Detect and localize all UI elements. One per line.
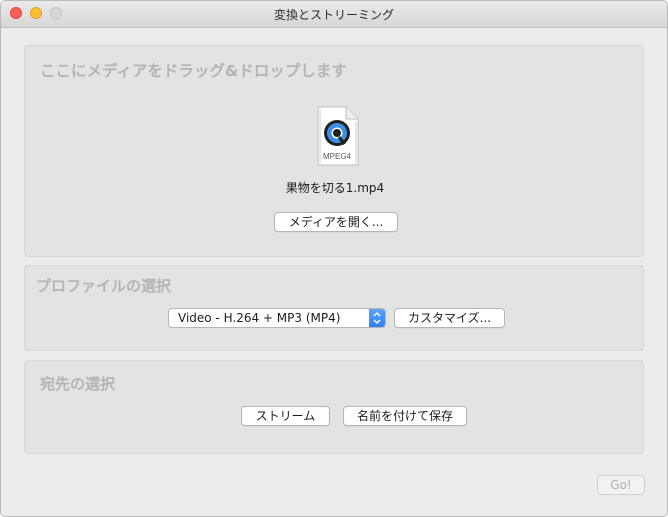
go-button[interactable]: Go! [597,475,645,495]
window-title: 変換とストリーミング [273,8,394,22]
stream-button[interactable]: ストリーム [241,406,330,426]
profile-heading: プロファイルの選択 [36,277,172,295]
convert-stream-window: 変換とストリーミング ここにメディアをドラッグ&ドロップします MPEG4 果物… [0,0,668,517]
destination-heading: 宛先の選択 [40,375,116,393]
media-drop-zone[interactable]: ここにメディアをドラッグ&ドロップします MPEG4 果物を切る1.mp4 メデ… [24,45,644,257]
file-type-label: MPEG4 [323,152,352,161]
updown-chevron-icon [369,309,385,327]
profile-select-value: Video - H.264 + MP3 (MP4) [178,311,341,325]
profile-panel: プロファイルの選択 Video - H.264 + MP3 (MP4) カスタマ… [24,265,644,351]
open-media-button[interactable]: メディアを開く... [274,212,398,232]
mpeg4-file-icon: MPEG4 [317,106,359,166]
title-bar: 変換とストリーミング [1,1,667,28]
customize-button[interactable]: カスタマイズ... [394,308,505,328]
file-name: 果物を切る1.mp4 [285,181,385,195]
save-as-button[interactable]: 名前を付けて保存 [343,406,467,426]
media-drop-heading: ここにメディアをドラッグ&ドロップします [40,62,347,80]
profile-select[interactable]: Video - H.264 + MP3 (MP4) [168,308,386,328]
destination-panel: 宛先の選択 ストリーム 名前を付けて保存 [24,360,644,454]
